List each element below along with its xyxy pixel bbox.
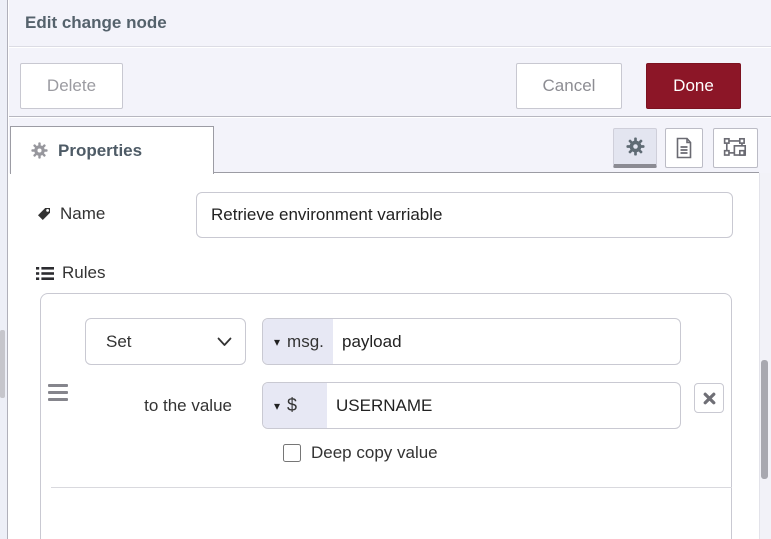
- rule-action-select[interactable]: Set: [85, 318, 246, 365]
- rule-property-type-label: msg.: [287, 331, 324, 351]
- rule-property-input[interactable]: [333, 319, 680, 364]
- rule-value-input[interactable]: [327, 383, 680, 428]
- properties-gear-tab-button[interactable]: [613, 128, 657, 168]
- gear-icon: [625, 137, 645, 156]
- delete-button[interactable]: Delete: [20, 63, 123, 109]
- rules-section-label-group: Rules: [36, 263, 105, 283]
- tab-bar-divider: [214, 172, 759, 173]
- name-label: Name: [60, 204, 106, 223]
- caret-down-icon: ▾: [274, 398, 281, 413]
- dialog-title: Edit change node: [25, 13, 167, 32]
- rule-action-value: Set: [106, 331, 132, 351]
- appearance-icon: [723, 137, 749, 159]
- to-the-value-label: to the value: [144, 396, 232, 415]
- appearance-tab-button[interactable]: [713, 128, 758, 168]
- rule-value-type-label: $: [287, 395, 298, 415]
- done-button[interactable]: Done: [646, 63, 741, 109]
- dialog-scrollbar-track[interactable]: [759, 173, 771, 539]
- rules-label: Rules: [62, 263, 106, 282]
- caret-down-icon: ▾: [274, 334, 281, 349]
- chevron-down-icon: [217, 337, 232, 347]
- workspace-edge-strip: [0, 0, 8, 539]
- close-icon: [703, 392, 716, 405]
- tab-properties[interactable]: Properties: [10, 126, 214, 174]
- description-doc-icon: [674, 137, 694, 159]
- dialog-scrollbar-thumb[interactable]: [761, 360, 768, 479]
- rule-value-typedinput: ▾ $: [262, 382, 681, 429]
- cancel-button[interactable]: Cancel: [516, 63, 622, 109]
- workspace-scrollbar-thumb[interactable]: [0, 330, 5, 398]
- rule-separator: [51, 487, 732, 488]
- rule-property-type-button[interactable]: ▾ msg.: [263, 319, 333, 364]
- dialog-header: Edit change node: [9, 0, 771, 47]
- remove-rule-button[interactable]: [694, 383, 724, 413]
- deep-copy-row: Deep copy value: [283, 443, 438, 463]
- gear-icon: [31, 142, 48, 159]
- description-tab-button[interactable]: [665, 128, 703, 168]
- tag-icon: [36, 206, 52, 222]
- tab-properties-label: Properties: [58, 140, 143, 160]
- deep-copy-label: Deep copy value: [311, 443, 438, 462]
- rule-value-type-button[interactable]: ▾ $: [263, 383, 327, 428]
- rule-property-typedinput: ▾ msg.: [262, 318, 681, 365]
- deep-copy-checkbox[interactable]: [283, 444, 301, 462]
- name-input[interactable]: [196, 192, 733, 238]
- name-field-label-group: Name: [36, 204, 105, 224]
- drag-handle-icon[interactable]: [48, 384, 68, 401]
- list-icon: [36, 266, 54, 281]
- edit-change-node-dialog: Edit change node Delete Cancel Done Prop…: [0, 0, 771, 539]
